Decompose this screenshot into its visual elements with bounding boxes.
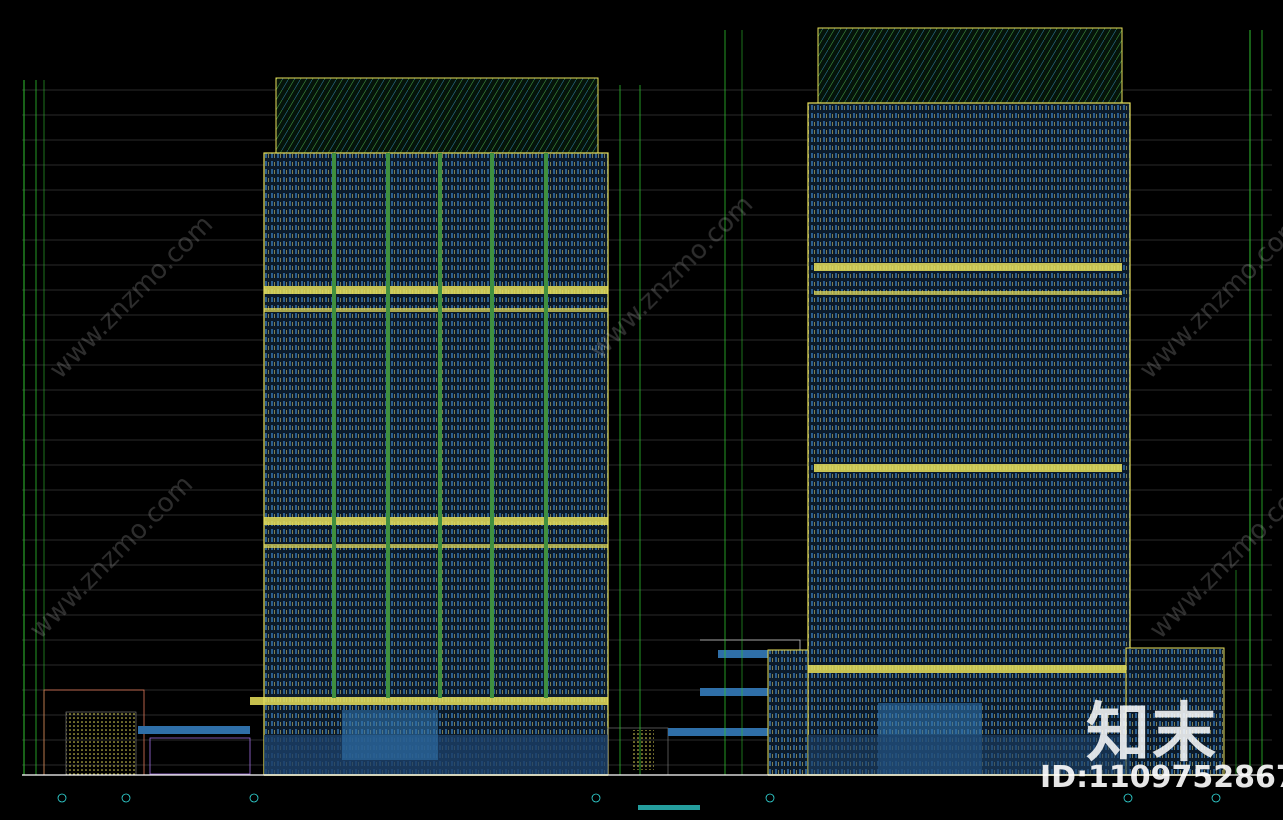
center-dimension-chain <box>619 30 743 775</box>
right-dimension-chain <box>1235 30 1263 775</box>
image-id-text: ID:1109752867 <box>1040 760 1283 795</box>
left-tower <box>250 77 609 776</box>
grid-axis-markers <box>57 793 1221 810</box>
left-podium <box>43 689 251 776</box>
diagonal-watermark-text: www.znzmo.com <box>584 190 759 365</box>
left-dimension-chain <box>23 80 45 775</box>
diagonal-watermark-text: www.znzmo.com <box>44 210 219 385</box>
diagonal-watermark-text: www.znzmo.com <box>24 470 199 645</box>
diagonal-watermark-text: www.znzmo.com <box>1134 210 1283 385</box>
